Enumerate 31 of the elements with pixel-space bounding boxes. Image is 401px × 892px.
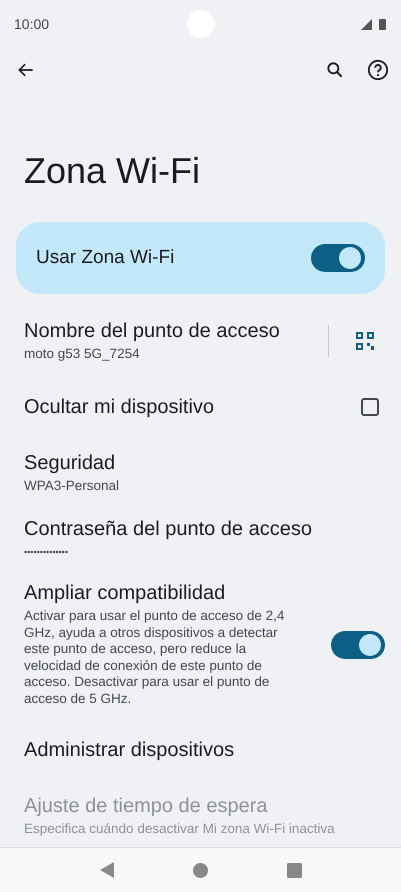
setting-row[interactable]: Administrar dispositivos — [0, 717, 401, 783]
setting-title: Contraseña del punto de acceso — [24, 518, 313, 541]
setting-row[interactable]: Nombre del punto de acceso moto g53 5G_7254 — [0, 308, 401, 374]
recents-button[interactable] — [286, 862, 302, 878]
setting-summary: Activar para usar el punto de acceso de 2,4 GHz, ayuda a otros dispositivos a detectar este punto de acceso, pero reduce la velocidad de conexión de este punto de acceso. Desactivar para usar el punto de acceso de 5 GHz. — [24, 608, 286, 707]
checkbox[interactable] — [361, 398, 379, 416]
home-button[interactable] — [192, 862, 208, 878]
qr-code-button[interactable] — [355, 331, 375, 351]
back-nav-button[interactable] — [100, 862, 114, 878]
setting-row[interactable]: Seguridad WPA3-Personal — [0, 440, 401, 506]
signal-battery-icon — [361, 18, 387, 30]
toggle-switch[interactable] — [331, 630, 385, 658]
setting-title: Ajuste de tiempo de espera — [24, 794, 268, 818]
setting-title: Administrar dispositivos — [24, 738, 236, 762]
help-button[interactable] — [367, 59, 389, 81]
setting-title: Nombre del punto de acceso — [24, 320, 281, 343]
password-dots: •••••••••••••• — [24, 546, 70, 559]
main-switch-card[interactable]: Usar Zona Wi-Fi — [16, 222, 385, 294]
main-switch-label: Usar Zona Wi-Fi — [36, 247, 174, 269]
setting-title: Seguridad — [24, 452, 116, 475]
setting-summary: moto g53 5G_7254 — [24, 346, 141, 362]
search-button[interactable] — [325, 60, 345, 80]
setting-row[interactable]: Ocultar mi dispositivo — [0, 374, 401, 440]
setting-title: Ampliar compatibilidad — [24, 582, 226, 605]
status-time: 10:00 — [14, 16, 50, 32]
setting-summary: Especifica cuándo desactivar Mi zona Wi-Fi inactiva — [24, 820, 336, 838]
setting-summary: WPA3-Personal — [24, 478, 120, 494]
page-title: Zona Wi-Fi — [24, 150, 202, 192]
setting-title: Ocultar mi dispositivo — [24, 396, 216, 418]
setting-row[interactable]: Contraseña del punto de acceso •••••••••••••• — [0, 506, 401, 572]
toggle-switch[interactable] — [311, 244, 365, 272]
